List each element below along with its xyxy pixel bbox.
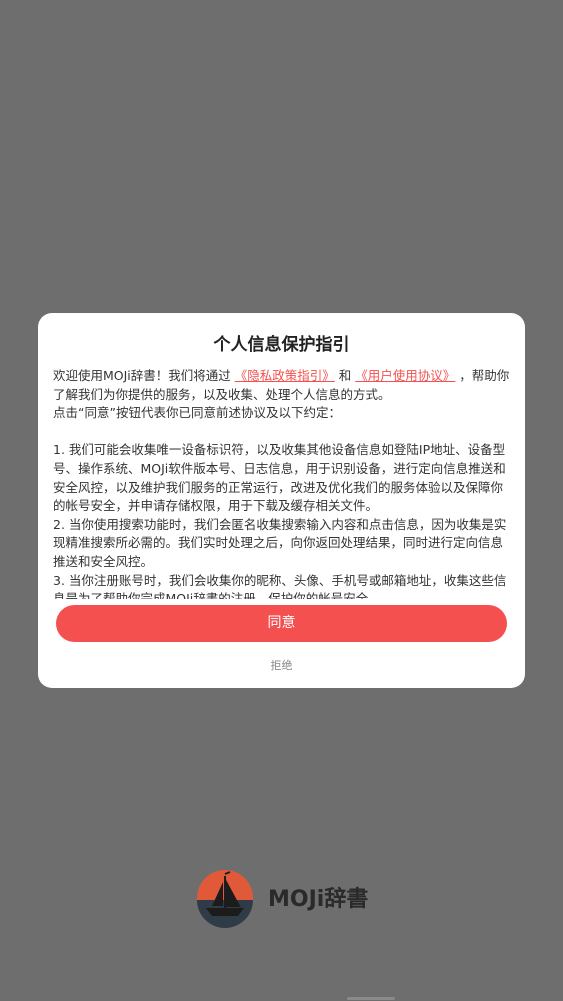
dialog-title: 个人信息保护指引 [213,335,350,355]
list-item: 2. 当你使用搜索功能时，我们会匿名收集搜索输入内容和点击信息，因为收集是实现精… [53,516,507,569]
reject-button[interactable]: 拒绝 [38,657,525,673]
brand-name: MOJi辞書 [268,887,369,912]
agree-button[interactable]: 同意 [56,605,507,642]
list-item: 3. 当你注册账号时，我们会收集你的昵称、头像、手机号或邮箱地址，收集这些信息是… [53,572,507,599]
dialog-content[interactable]: 欢迎使用MOJi辞書！我们将通过 《隐私政策指引》 和 《用户使用协议》 ，帮助… [53,367,510,599]
intro-and: 和 [338,368,352,383]
consent-note: 点击“同意”按钮代表你已同意前述协议及以下约定： [53,405,341,421]
privacy-policy-link[interactable]: 《隐私政策指引》 [235,368,335,383]
list-item: 1. 我们可能会收集唯一设备标识符，以及收集其他设备信息如登陆IP地址、设备型号… [53,442,506,514]
terms-link[interactable]: 《用户使用协议》 [355,368,455,383]
ship-logo-icon [197,870,253,928]
privacy-dialog: 个人信息保护指引 欢迎使用MOJi辞書！我们将通过 《隐私政策指引》 和 《用户… [38,313,525,688]
home-indicator [347,997,395,1000]
brand-footer: MOJi辞書 [194,866,368,928]
intro-paragraph: 欢迎使用MOJi辞書！我们将通过 《隐私政策指引》 和 《用户使用协议》 ，帮助… [53,367,510,404]
intro-prefix: 欢迎使用MOJi辞書！我们将通过 [53,368,231,383]
